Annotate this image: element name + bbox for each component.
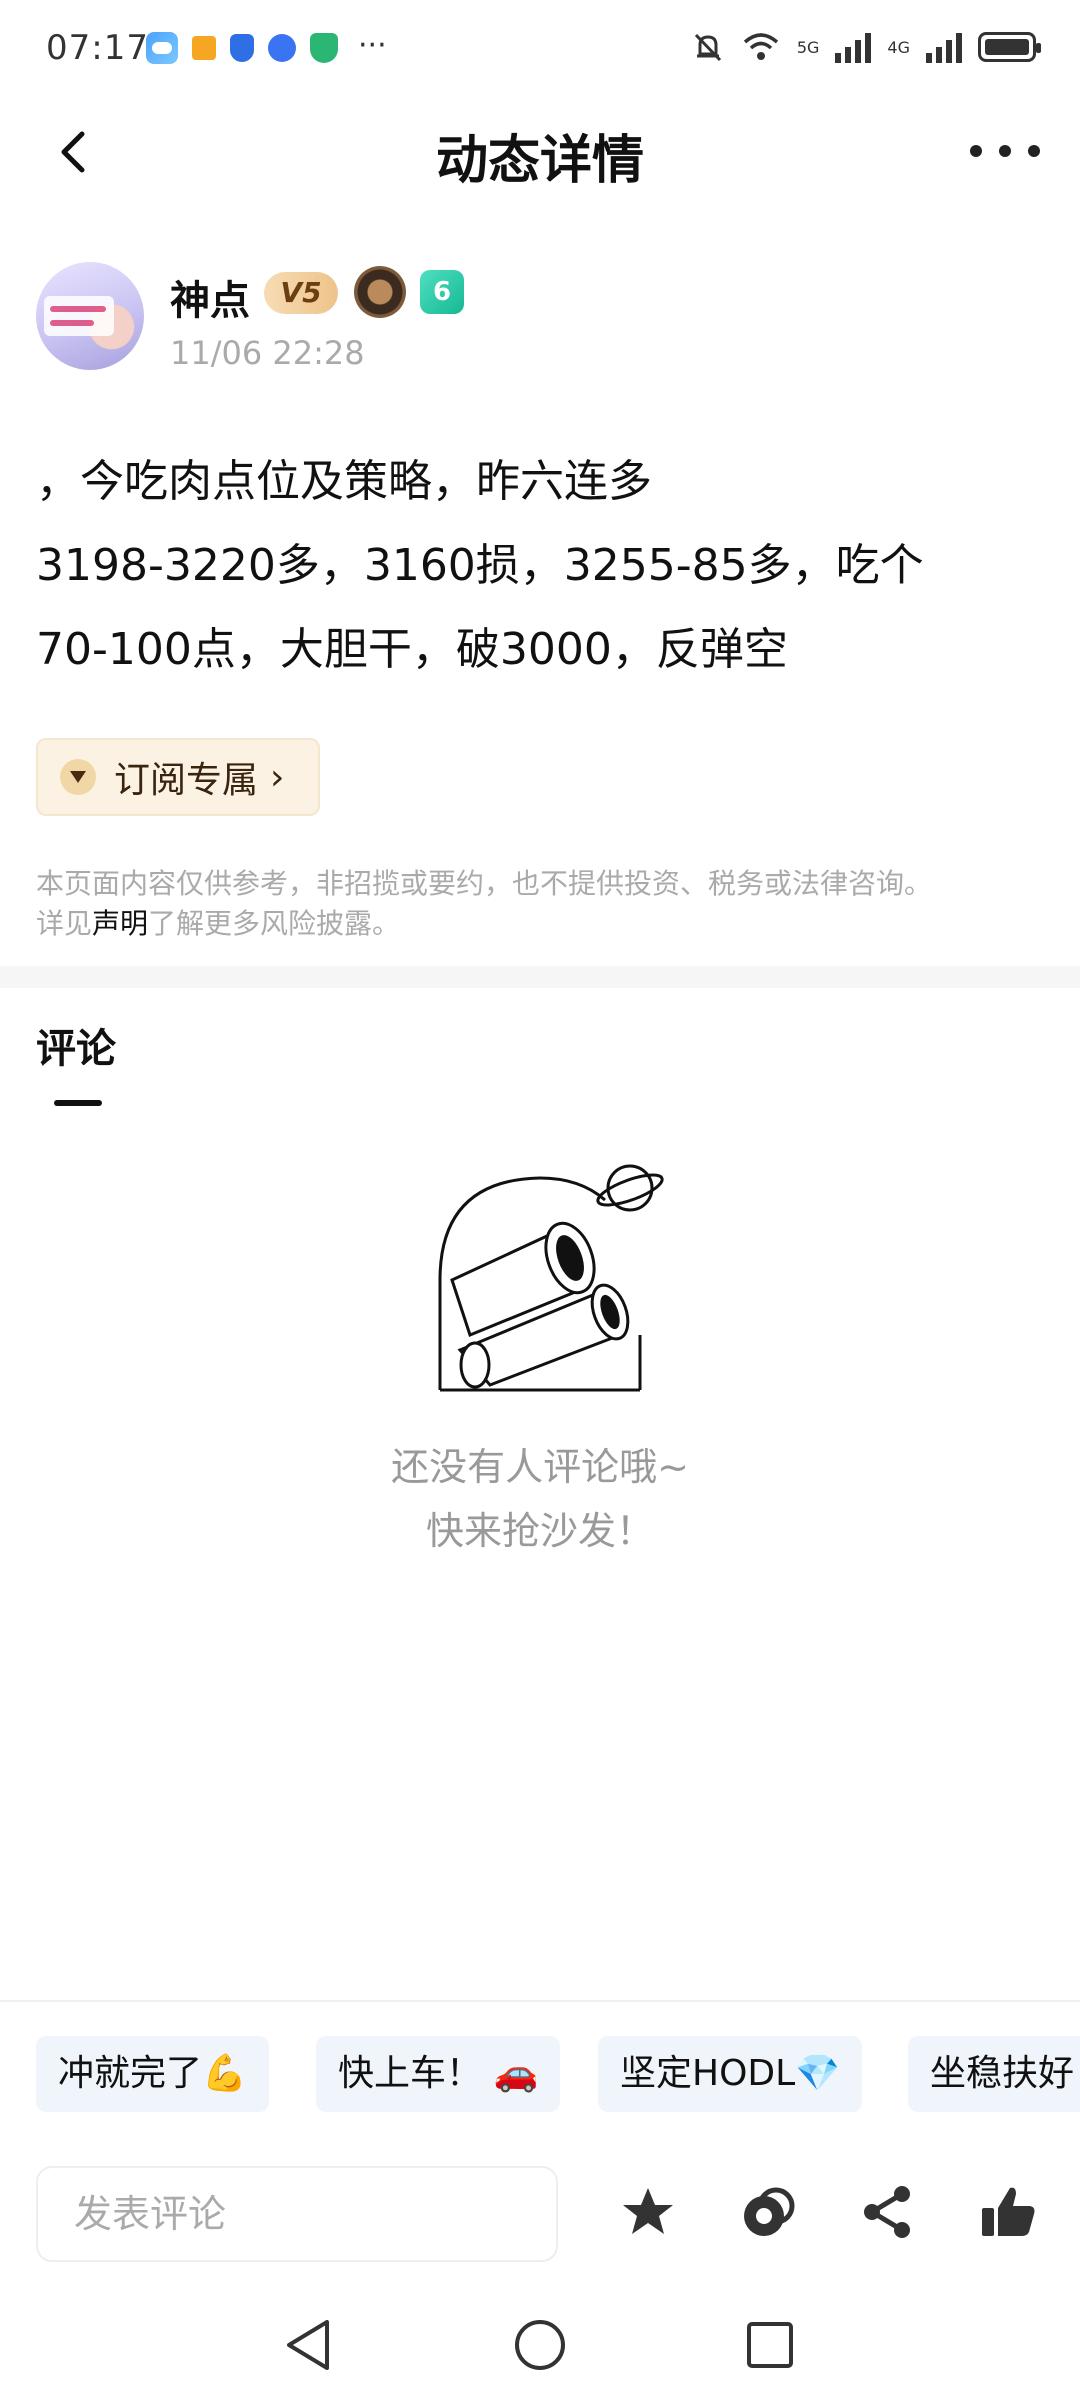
share-icon[interactable] bbox=[856, 2180, 920, 2244]
quick-reply-chip[interactable]: 坐稳扶好 bbox=[908, 2036, 1080, 2112]
author-row: 神点 V5 6 11/06 22:28 bbox=[36, 262, 1036, 382]
section-divider bbox=[0, 966, 1080, 988]
post-content: ，今吃肉点位及策略，昨六连多 3198-3220多，3160损，3255-85多… bbox=[36, 440, 1046, 692]
empty-comments-subtext: 快来抢沙发！ bbox=[425, 1509, 654, 1553]
coin-icon[interactable] bbox=[736, 2180, 800, 2244]
nav-back-icon[interactable] bbox=[275, 2310, 345, 2380]
disclaimer-prefix: 详见 bbox=[36, 907, 93, 940]
quick-reply-chip[interactable]: 快上车！ 🚗 bbox=[316, 2036, 561, 2112]
telescope-illustration-icon bbox=[438, 1164, 664, 1392]
comment-input[interactable]: 发表评论 bbox=[36, 2166, 558, 2262]
tab-underline bbox=[54, 1100, 102, 1106]
network-5g-label: 5G bbox=[796, 37, 820, 57]
post-line: 3198-3220多，3160损，3255-85多，吃个 bbox=[36, 540, 924, 591]
weather-app-icon bbox=[146, 32, 178, 64]
post-line: ，今吃肉点位及策略，昨六连多 bbox=[36, 456, 652, 507]
security-check-icon bbox=[310, 33, 338, 63]
post-time: 11/06 22:28 bbox=[170, 334, 365, 372]
diamond-icon bbox=[60, 759, 96, 795]
star-icon[interactable] bbox=[616, 2180, 680, 2244]
app-notification-icon bbox=[192, 36, 216, 60]
vip-badge: V5 bbox=[264, 272, 338, 314]
thumbs-up-icon[interactable] bbox=[976, 2180, 1040, 2244]
network-4g-label: 4G bbox=[887, 37, 910, 57]
quick-reply-divider bbox=[0, 2000, 1080, 2002]
signal-bars-5g-icon bbox=[835, 31, 872, 63]
chevron-right-icon: › bbox=[270, 756, 285, 798]
status-time: 07:17 bbox=[46, 28, 149, 68]
signal-bars-4g-icon bbox=[926, 31, 962, 63]
quick-reply-chip[interactable]: 冲就完了💪 bbox=[36, 2036, 269, 2112]
subscription-label: 订阅专属 bbox=[114, 760, 259, 801]
status-right-icons: 5G 4G bbox=[691, 30, 1041, 64]
header: 动态详情 bbox=[0, 100, 1080, 210]
disclaimer-link[interactable]: 声明 bbox=[92, 907, 148, 940]
status-bar: 07:17 ··· 5G 4G bbox=[0, 0, 1080, 100]
empty-comments-text: 还没有人评论哦~ bbox=[391, 1445, 689, 1489]
post-line: 70-100点，大胆干，破3000，反弹空 bbox=[36, 624, 788, 675]
disclaimer: 本页面内容仅供参考，非招揽或要约，也不提供投资、税务或法律咨询。 详见声明了解更… bbox=[36, 864, 1046, 944]
disclaimer-line1: 本页面内容仅供参考，非招揽或要约，也不提供投资、税务或法律咨询。 bbox=[36, 867, 933, 900]
browser-icon bbox=[268, 34, 296, 62]
level-badge: 6 bbox=[420, 270, 464, 314]
quick-reply-chip[interactable]: 坚定HODL💎 bbox=[598, 2036, 863, 2112]
avatar[interactable] bbox=[36, 262, 144, 370]
system-nav-bar bbox=[0, 2290, 1080, 2400]
comments-tab[interactable]: 评论 bbox=[36, 1016, 116, 1074]
author-name[interactable]: 神点 bbox=[170, 268, 250, 326]
more-dots-icon[interactable] bbox=[970, 126, 1040, 176]
battery-icon bbox=[978, 32, 1041, 62]
shield-icon bbox=[230, 34, 254, 62]
wifi-icon bbox=[743, 33, 778, 60]
nav-recents-icon[interactable] bbox=[735, 2310, 805, 2380]
notification-icons bbox=[146, 32, 338, 64]
page-title: 动态详情 bbox=[435, 131, 644, 191]
mute-bell-icon bbox=[694, 33, 721, 62]
status-more-icon: ··· bbox=[358, 28, 387, 63]
disclaimer-suffix: 了解更多风险披露。 bbox=[148, 907, 401, 940]
subscription-exclusive-button[interactable]: 订阅专属 › bbox=[36, 738, 320, 816]
nav-home-icon[interactable] bbox=[505, 2310, 575, 2380]
medal-badge-icon bbox=[354, 266, 406, 318]
quick-reply-row: 冲就完了💪 快上车！ 🚗 坚定HODL💎 坐稳扶好 bbox=[36, 2036, 1080, 2112]
